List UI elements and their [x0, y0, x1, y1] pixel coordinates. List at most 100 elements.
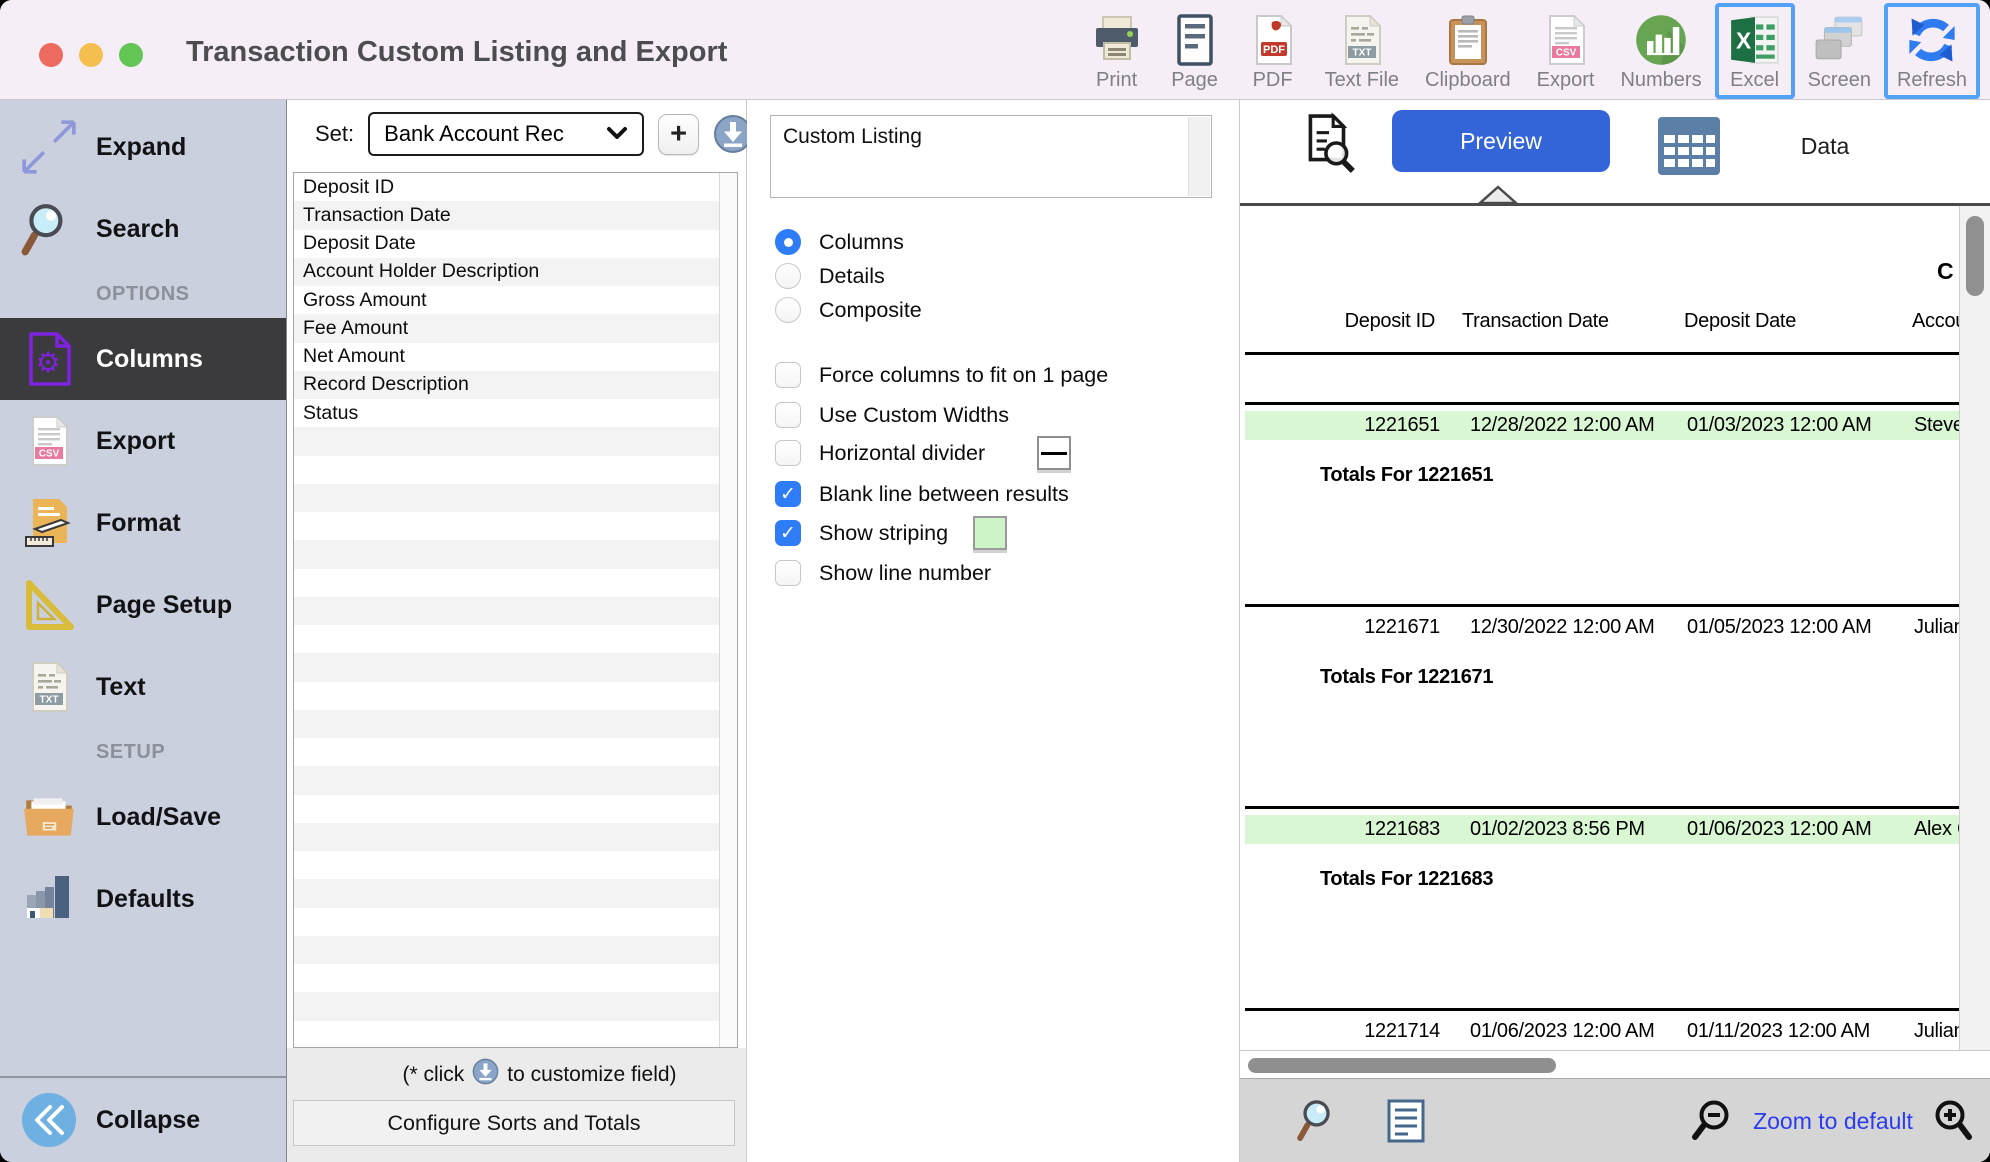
tab-data[interactable]: Data — [1760, 100, 1890, 192]
preview-cell-deposit-id: 1221683 — [1364, 818, 1440, 840]
listing-name-input[interactable]: Custom Listing — [770, 115, 1212, 198]
field-list-scrollbar[interactable] — [719, 173, 737, 1047]
close-button[interactable] — [39, 43, 63, 67]
zoom-to-default-link[interactable]: Zoom to default — [1740, 1079, 1926, 1162]
sidebar-item-format[interactable]: Format — [0, 482, 286, 564]
field-row[interactable]: Net Amount — [294, 343, 719, 371]
radio-row-columns[interactable]: Columns — [775, 225, 904, 259]
toolbar-button-export[interactable]: CSV Export — [1524, 3, 1608, 99]
sidebar-item-export[interactable]: CSV Export — [0, 400, 286, 482]
preview-tab-bar: Preview Data — [1240, 100, 1990, 206]
field-row[interactable]: Status — [294, 399, 719, 427]
sidebar-collapse-button[interactable]: Collapse — [0, 1076, 286, 1162]
radio-columns[interactable] — [775, 229, 801, 255]
checkbox-row-horizontal-divider[interactable]: Horizontal divider — [775, 436, 1071, 470]
set-dropdown[interactable]: Bank Account Rec — [368, 112, 645, 156]
col-header-account: Accou — [1912, 310, 1959, 332]
configure-sorts-totals-button[interactable]: Configure Sorts and Totals — [293, 1100, 735, 1146]
listing-input-scrollbar — [1188, 117, 1210, 196]
preview-row: 1221683 01/02/2023 8:56 PM 01/06/2023 12:0… — [1245, 815, 1959, 844]
checkbox-force-columns-to-fit-on-1-page[interactable] — [775, 362, 801, 388]
field-row — [294, 625, 719, 653]
checkbox-row-use-custom-widths[interactable]: Use Custom Widths — [775, 398, 1009, 432]
preview-doc-icon[interactable] — [1298, 112, 1358, 179]
minimize-button[interactable] — [79, 43, 103, 67]
checkbox-row-show-line-number[interactable]: Show line number — [775, 556, 991, 590]
toolbar-button-refresh[interactable]: Refresh — [1883, 3, 1980, 99]
sidebar-item-label: Page Setup — [96, 590, 233, 619]
field-list: Deposit ID Transaction Date Deposit Date Ac… — [293, 172, 738, 1048]
toolbar-button-screen[interactable]: Screen — [1795, 3, 1884, 99]
checkbox-horizontal-divider[interactable] — [775, 440, 801, 466]
checkbox-row-show-striping[interactable]: Show striping — [775, 516, 1007, 550]
field-row — [294, 483, 719, 512]
toolbar-button-numbers[interactable]: Numbers — [1607, 3, 1714, 99]
field-row[interactable]: Account Holder Description — [294, 257, 719, 286]
zoom-window-button[interactable] — [119, 43, 143, 67]
sidebar-item-label: Format — [96, 508, 181, 537]
radio-composite[interactable] — [775, 297, 801, 323]
horizontal-divider-style-button[interactable] — [1037, 436, 1071, 470]
sidebar-section-header: OPTIONS — [96, 282, 190, 305]
sidebar-item-page-setup[interactable]: Page Setup — [0, 564, 286, 646]
titlebar: Transaction Custom Listing and Export Pr… — [0, 0, 1990, 100]
sidebar-item-text[interactable]: TXT Text — [0, 646, 286, 728]
field-row[interactable]: Deposit ID — [294, 173, 719, 201]
tab-preview[interactable]: Preview — [1392, 110, 1610, 172]
checkbox-blank-line-between-results[interactable] — [775, 481, 801, 507]
toolbar-button-print[interactable]: Print — [1078, 3, 1156, 99]
document-icon[interactable] — [1386, 1099, 1426, 1148]
checkbox-show-line-number[interactable] — [775, 560, 801, 586]
magnifier-icon[interactable] — [1296, 1097, 1342, 1148]
toolbar-button-clipboard[interactable]: Clipboard — [1412, 3, 1524, 99]
field-row[interactable]: Gross Amount — [294, 286, 719, 314]
toolbar-button-pdf[interactable]: PDF PDF — [1234, 3, 1312, 99]
sidebar-item-columns[interactable]: ⚙ Columns — [0, 318, 286, 400]
checkbox-show-striping[interactable] — [775, 520, 801, 546]
preview-group: 1221651 12/28/2022 12:00 AM 01/03/2023 12:… — [1240, 402, 1959, 604]
zoom-in-icon[interactable] — [1932, 1099, 1976, 1148]
numbers-chart-icon — [1633, 12, 1689, 68]
field-row[interactable]: Deposit Date — [294, 230, 719, 258]
field-row[interactable]: Record Description — [294, 370, 719, 399]
toolbar-button-page[interactable]: Page — [1156, 3, 1234, 99]
add-set-button[interactable]: + — [658, 113, 700, 155]
toolbar-button-label: Excel — [1730, 69, 1780, 91]
horizontal-scroll-thumb[interactable] — [1248, 1058, 1556, 1073]
striping-color-swatch[interactable] — [973, 516, 1007, 550]
field-row — [294, 795, 719, 823]
vertical-scroll-thumb[interactable] — [1966, 216, 1984, 296]
toolbar-button-label: Text File — [1324, 69, 1400, 91]
radio-row-details[interactable]: Details — [775, 259, 885, 293]
zoom-out-icon[interactable] — [1688, 1099, 1732, 1148]
radio-row-composite[interactable]: Composite — [775, 293, 922, 327]
preview-horizontal-scrollbar[interactable] — [1240, 1050, 1990, 1078]
toolbar-button-text-file[interactable]: TXT Text File — [1312, 3, 1412, 99]
preview-group: 1221714 01/06/2023 12:00 AM 01/11/2023 12:… — [1240, 1008, 1959, 1050]
preview-group-rule — [1245, 806, 1959, 809]
field-row[interactable]: Transaction Date — [294, 201, 719, 230]
checkbox-row-force-columns-to-fit-on-1-page[interactable]: Force columns to fit on 1 page — [775, 358, 1108, 392]
toolbar-button-label: PDF — [1252, 69, 1293, 91]
printer-icon — [1091, 12, 1143, 68]
sidebar-item-load-save[interactable]: Load/Save — [0, 776, 286, 858]
field-row — [294, 851, 719, 879]
sidebar-item-defaults[interactable]: Defaults — [0, 858, 286, 940]
data-grid-icon[interactable] — [1656, 114, 1722, 183]
toolbar-button-excel[interactable]: X Excel — [1714, 3, 1795, 99]
field-row[interactable]: Fee Amount — [294, 314, 719, 343]
preview-cell-deposit-date: 01/05/2023 12:00 AM — [1687, 616, 1872, 638]
preview-row: 1221714 01/06/2023 12:00 AM 01/11/2023 12:… — [1245, 1017, 1959, 1046]
preview-cell-account: Alex C — [1914, 818, 1959, 840]
svg-text:⚙: ⚙ — [35, 346, 60, 379]
preview-vertical-scrollbar[interactable] — [1959, 206, 1990, 1050]
field-row — [294, 427, 719, 456]
checkbox-row-blank-line-between-results[interactable]: Blank line between results — [775, 477, 1069, 511]
preview-cell-transaction-date: 01/02/2023 8:56 PM — [1470, 818, 1645, 840]
toolbar-button-label: Print — [1096, 69, 1138, 91]
radio-details[interactable] — [775, 263, 801, 289]
sidebar-item-expand[interactable]: Expand — [0, 106, 286, 188]
checkbox-use-custom-widths[interactable] — [775, 402, 801, 428]
sidebar-item-search[interactable]: Search — [0, 188, 286, 270]
